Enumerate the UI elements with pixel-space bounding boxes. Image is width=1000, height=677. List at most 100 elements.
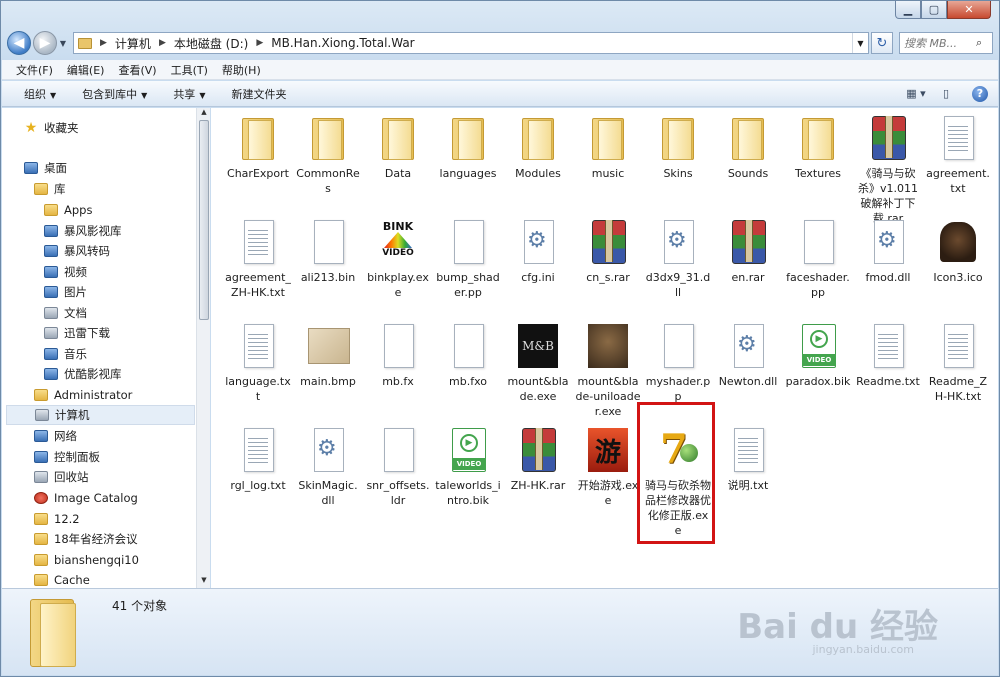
breadcrumb-folder[interactable]: MB.Han.Xiong.Total.War — [267, 36, 418, 50]
file-name: myshader.pp — [645, 375, 711, 403]
refresh-button[interactable]: ↻ — [871, 32, 893, 54]
nav-pictures[interactable]: 图片 — [44, 282, 87, 302]
help-icon[interactable]: ? — [972, 85, 988, 102]
nav-bf-library[interactable]: 暴风影视库 — [44, 221, 122, 241]
chevron-right-icon[interactable]: ▶ — [96, 38, 111, 48]
network-icon — [34, 430, 48, 442]
address-bar[interactable]: ▶ 计算机 ▶ 本地磁盘 (D:) ▶ MB.Han.Xiong.Total.W… — [73, 32, 869, 54]
file-item[interactable]: bump_shader.pp — [433, 218, 503, 322]
file-item[interactable]: snr_offsets.ldr — [363, 426, 433, 530]
scroll-up-icon[interactable]: ▲ — [197, 108, 211, 120]
nav-folder-12-2[interactable]: 12.2 — [34, 509, 80, 529]
breadcrumb-computer[interactable]: 计算机 — [111, 35, 155, 52]
file-item[interactable]: Skins — [643, 114, 713, 218]
menu-help[interactable]: 帮助(H) — [222, 62, 261, 78]
nav-video[interactable]: 视频 — [44, 262, 87, 282]
file-item[interactable]: mount&blade-uniloader.exe — [573, 322, 643, 426]
file-item[interactable]: CommonRes — [293, 114, 363, 218]
file-item[interactable]: Icon3.ico — [923, 218, 993, 322]
nav-control-panel[interactable]: 控制面板 — [34, 447, 100, 467]
file-item[interactable]: CharExport — [223, 114, 293, 218]
nav-computer[interactable]: 计算机 — [6, 405, 195, 425]
file-item[interactable]: main.bmp — [293, 322, 363, 426]
chevron-right-icon[interactable]: ▶ — [155, 38, 170, 48]
menu-file[interactable]: 文件(F) — [16, 62, 53, 78]
nav-scrollbar[interactable]: ▲ ▼ — [196, 108, 210, 588]
file-item[interactable]: Data — [363, 114, 433, 218]
search-icon[interactable]: ⌕ — [976, 36, 992, 50]
preview-pane-icon[interactable]: ▯ — [934, 85, 958, 103]
organize-label: 组织 — [24, 87, 46, 101]
nav-folder-bsq[interactable]: bianshengqi10 — [34, 550, 139, 570]
nav-desktop[interactable]: 桌面 — [24, 158, 67, 178]
file-item[interactable]: languages — [433, 114, 503, 218]
include-library-button[interactable]: 包含到库中 ▼ — [82, 86, 147, 102]
file-item[interactable]: ▶ paradox.bik — [783, 322, 853, 426]
new-folder-button[interactable]: 新建文件夹 — [231, 86, 286, 102]
nav-music[interactable]: 音乐 — [44, 344, 87, 364]
nav-documents[interactable]: 文档 — [44, 303, 87, 323]
file-item[interactable]: Readme_ZH-HK.txt — [923, 322, 993, 426]
share-button[interactable]: 共享 ▼ — [173, 86, 205, 102]
file-item[interactable]: mount&blade.exe — [503, 322, 573, 426]
file-item[interactable]: rgl_log.txt — [223, 426, 293, 530]
file-item[interactable]: 说明.txt — [713, 426, 783, 530]
organize-button[interactable]: 组织 ▼ — [24, 86, 56, 102]
address-dropdown-icon[interactable]: ▼ — [852, 33, 868, 53]
file-item[interactable]: binkplay.exe — [363, 218, 433, 322]
file-item[interactable]: Readme.txt — [853, 322, 923, 426]
file-item[interactable]: mb.fx — [363, 322, 433, 426]
file-item[interactable]: cn_s.rar — [573, 218, 643, 322]
file-item[interactable]: agreement.txt — [923, 114, 993, 218]
file-item[interactable]: fmod.dll — [853, 218, 923, 322]
file-item[interactable]: Newton.dll — [713, 322, 783, 426]
file-item[interactable]: ali213.bin — [293, 218, 363, 322]
view-options-icon[interactable]: ▦ ▾ — [904, 85, 928, 103]
nav-label: 18年省经济会议 — [54, 532, 138, 546]
nav-folder-meeting[interactable]: 18年省经济会议 — [34, 529, 138, 549]
file-name: ZH-HK.rar — [510, 479, 566, 492]
file-item[interactable]: cfg.ini — [503, 218, 573, 322]
file-item[interactable]: 开始游戏.exe — [573, 426, 643, 530]
close-button[interactable]: ✕ — [947, 1, 991, 19]
file-item[interactable]: d3dx9_31.dll — [643, 218, 713, 322]
nav-favorites[interactable]: ★ 收藏夹 — [24, 118, 79, 138]
scroll-down-icon[interactable]: ▼ — [197, 576, 211, 588]
file-item[interactable]: SkinMagic.dll — [293, 426, 363, 530]
play-icon: ▶ — [460, 434, 478, 452]
nav-bf-convert[interactable]: 暴风转码 — [44, 241, 110, 261]
file-item[interactable]: Textures — [783, 114, 853, 218]
menu-edit[interactable]: 编辑(E) — [67, 62, 105, 78]
file-item[interactable]: language.txt — [223, 322, 293, 426]
nav-network[interactable]: 网络 — [34, 426, 77, 446]
file-item[interactable]: Modules — [503, 114, 573, 218]
nav-youku[interactable]: 优酷影视库 — [44, 364, 122, 384]
nav-xunlei[interactable]: 迅雷下载 — [44, 323, 110, 343]
file-item[interactable]: ZH-HK.rar — [503, 426, 573, 530]
nav-image-catalog[interactable]: Image Catalog — [34, 488, 138, 508]
maximize-button[interactable]: ▢ — [921, 1, 947, 19]
nav-folder-cache[interactable]: Cache — [34, 570, 90, 588]
breadcrumb-drive[interactable]: 本地磁盘 (D:) — [170, 35, 252, 52]
forward-button[interactable]: ▶ — [33, 31, 57, 55]
file-item[interactable]: music — [573, 114, 643, 218]
file-item[interactable]: faceshader.pp — [783, 218, 853, 322]
minimize-button[interactable]: ▁ — [895, 1, 921, 19]
nav-apps[interactable]: Apps — [44, 200, 92, 220]
recent-pages-dropdown[interactable]: ▼ — [57, 39, 69, 48]
file-item[interactable]: mb.fxo — [433, 322, 503, 426]
nav-recycle-bin[interactable]: 回收站 — [34, 467, 89, 487]
scrollbar-thumb[interactable] — [199, 120, 209, 320]
search-input[interactable]: 搜索 MB... ⌕ — [899, 32, 993, 54]
file-item[interactable]: Sounds — [713, 114, 783, 218]
file-item[interactable]: en.rar — [713, 218, 783, 322]
file-item[interactable]: ▶ taleworlds_intro.bik — [433, 426, 503, 530]
chevron-right-icon[interactable]: ▶ — [252, 38, 267, 48]
nav-administrator[interactable]: Administrator — [34, 385, 132, 405]
file-item[interactable]: 《骑马与砍杀》v1.011破解补丁下载.rar — [853, 114, 923, 225]
nav-library[interactable]: 库 — [34, 179, 66, 199]
file-item[interactable]: agreement_ZH-HK.txt — [223, 218, 293, 322]
menu-view[interactable]: 查看(V) — [118, 62, 156, 78]
menu-tools[interactable]: 工具(T) — [171, 62, 208, 78]
back-button[interactable]: ◀ — [7, 31, 31, 55]
